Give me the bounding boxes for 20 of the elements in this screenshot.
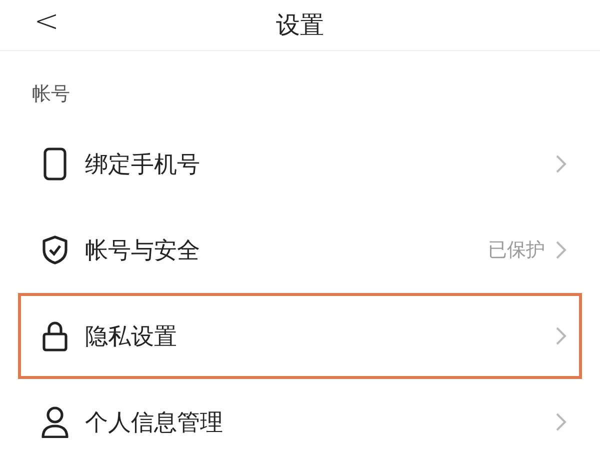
person-icon <box>41 406 69 438</box>
settings-row[interactable]: 帐号与安全 已保护 <box>18 207 582 293</box>
section-label: 帐号 <box>31 82 71 107</box>
highlighted-settings-row[interactable]: 隐私设置 <box>18 293 582 379</box>
shield-check-icon <box>42 235 68 265</box>
lock-icon <box>42 320 68 352</box>
chevron-right-icon <box>555 412 567 432</box>
row-label: 隐私设置 <box>85 322 178 352</box>
chevron-right-icon <box>555 326 567 346</box>
row-label: 帐号与安全 <box>85 236 201 266</box>
chevron-right-icon <box>555 240 567 260</box>
row-label: 个人信息管理 <box>85 408 224 438</box>
row-label: 绑定手机号 <box>85 150 201 180</box>
row-value: 已保护 <box>488 238 545 263</box>
page-title: 设置 <box>276 10 324 41</box>
settings-row[interactable]: 绑定手机号 <box>18 121 582 207</box>
back-button[interactable]: < <box>30 4 64 39</box>
chevron-right-icon <box>555 154 567 174</box>
phone-icon <box>43 147 67 181</box>
settings-row[interactable]: 个人信息管理 <box>18 379 582 450</box>
